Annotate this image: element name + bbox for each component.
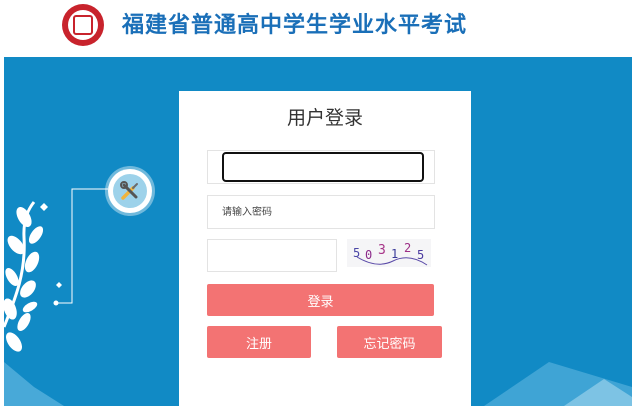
login-button[interactable]: 登录 [207,284,434,316]
captcha-char-0: 5 [353,246,360,260]
site-title: 福建省普通高中学生学业水平考试 [122,13,468,38]
captcha-field [207,239,337,272]
captcha-input[interactable] [208,240,336,271]
tools-icon-badge [108,169,152,213]
captcha-char-4: 2 [404,241,411,255]
captcha-char-5: 5 [417,248,424,262]
forgot-password-button[interactable]: 忘记密码 [337,326,442,358]
login-panel: 用户登录 5 0 3 1 2 5 登录 注册 忘记密码 [179,91,471,406]
username-field [207,150,435,184]
main-banner: 用户登录 5 0 3 1 2 5 登录 注册 忘记密码 [4,57,632,406]
password-input[interactable] [208,196,434,228]
register-button[interactable]: 注册 [207,326,311,358]
captcha-char-3: 1 [391,247,398,261]
password-field [207,195,435,229]
captcha-char-1: 0 [365,248,372,262]
captcha-image[interactable]: 5 0 3 1 2 5 [347,239,431,267]
wrench-screwdriver-tools-icon [113,174,147,208]
captcha-char-2: 3 [378,243,386,258]
login-title: 用户登录 [286,107,363,129]
tree-decoration-icon [4,201,62,352]
page-header: 福建省普通高中学生学业水平考试 [0,0,635,56]
username-input[interactable] [222,152,424,182]
emblem-seal-icon [62,4,104,46]
